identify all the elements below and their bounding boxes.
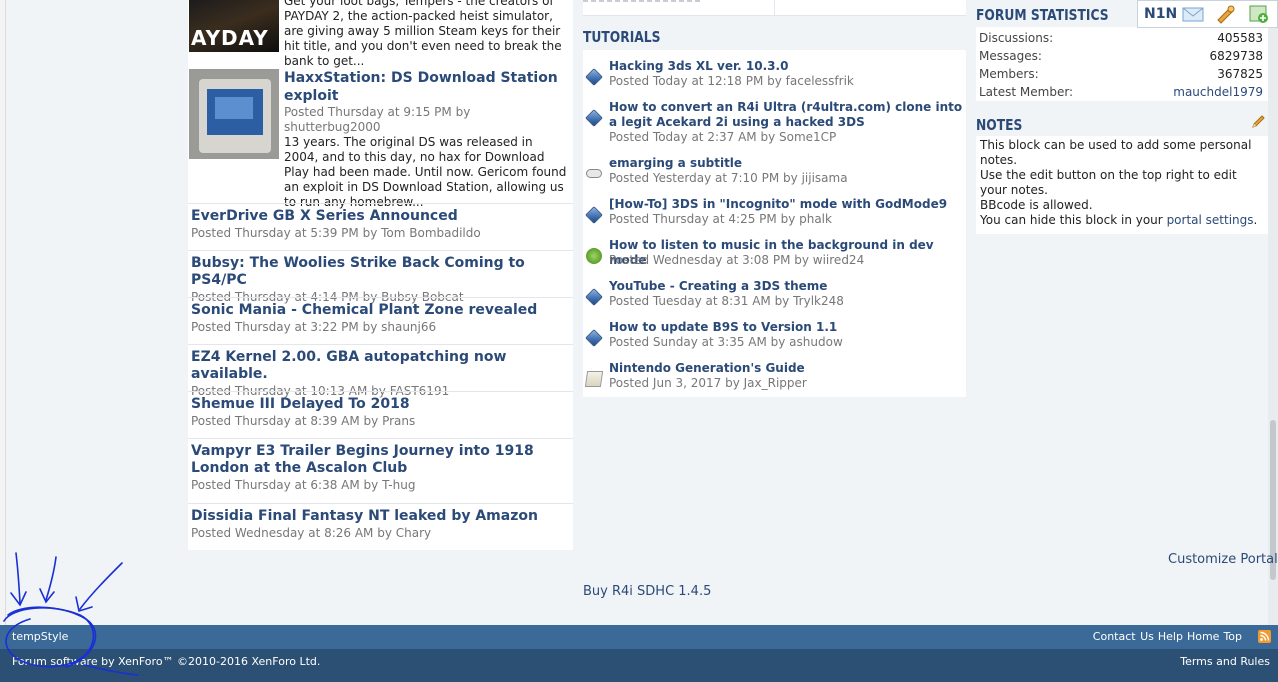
3ds-cube-icon [585, 206, 603, 224]
notes-content: This block can be used to add some perso… [976, 136, 1268, 234]
tutorial-item[interactable]: Nintendo Generation's Guide Posted Jun 3… [583, 361, 966, 397]
news-meta: Posted Thursday at 5:39 PM by Tom Bombad… [191, 226, 481, 240]
style-chooser[interactable]: tempStyle [12, 630, 68, 643]
tutorial-item[interactable]: How to update B9S to Version 1.1 Posted … [583, 320, 966, 360]
document-icon [584, 371, 604, 387]
tutorials-list: Hacking 3ds XL ver. 10.3.0 Posted Today … [583, 50, 966, 397]
latest-member-link[interactable]: mauchdel1979 [1173, 83, 1263, 101]
stat-discussions: Discussions: 405583 [979, 31, 1263, 45]
portal-settings-link[interactable]: portal settings [1167, 213, 1254, 227]
home-link[interactable]: Home [1187, 630, 1219, 643]
tutorial-meta: Posted Thursday at 4:25 PM by phalk [609, 212, 832, 226]
footer-legal: Forum software by XenForo™ ©2010-2016 Xe… [0, 649, 1278, 682]
user-bar: N1N [1137, 0, 1278, 28]
tutorial-item[interactable]: How to convert an R4i Ultra (r4ultra.com… [583, 100, 966, 155]
rss-icon[interactable] [1258, 630, 1271, 643]
stat-latest-member: Latest Member: mauchdel1979 [979, 83, 1263, 101]
3ds-cube-icon [585, 288, 603, 306]
news-title[interactable]: HaxxStation: DS Download Station exploit [284, 69, 570, 105]
alerts-icon[interactable] [1214, 4, 1236, 24]
news-author[interactable]: shutterbug2000 [284, 120, 381, 134]
news-title[interactable]: Vampyr E3 Trailer Begins Journey into 19… [191, 443, 570, 477]
contact-us-link[interactable]: Contact Us [1093, 630, 1154, 643]
tutorial-meta: Posted Yesterday at 7:10 PM by jijisama [609, 171, 848, 185]
tutorial-meta: Posted Sunday at 3:35 AM by ashudow [609, 335, 843, 349]
tutorial-title[interactable]: How to update B9S to Version 1.1 [609, 320, 964, 335]
news-meta: Posted Thursday at 8:39 AM by Prans [191, 414, 416, 428]
forum-statistics: Discussions: 405583 Messages: 6829738 Memb… [976, 27, 1268, 101]
notes-heading: NOTES [976, 116, 1023, 134]
scrollbar[interactable] [1268, 0, 1278, 625]
news-title[interactable]: Bubsy: The Woolies Strike Back Coming to… [191, 255, 570, 289]
news-meta: Posted Thursday at 3:22 PM by shaunj66 [191, 320, 437, 334]
previous-block-bottom [583, 0, 966, 16]
news-row[interactable]: Sonic Mania - Chemical Plant Zone reveal… [188, 297, 573, 339]
news-excerpt: Get your loot bags, Tempers - the creato… [284, 0, 562, 68]
tutorial-item[interactable]: How to listen to music in the background… [583, 238, 966, 278]
news-item-haxxstation[interactable]: HaxxStation: DS Download Station exploit… [188, 68, 573, 209]
tutorial-item[interactable]: YouTube - Creating a 3DS theme Posted Tu… [583, 279, 966, 319]
news-row[interactable]: EverDrive GB X Series Announced Posted T… [188, 203, 573, 245]
xbox-icon [586, 248, 602, 264]
news-title[interactable]: Sonic Mania - Chemical Plant Zone reveal… [191, 302, 570, 319]
news-column: AYDAY Get your loot bags, Tempers - the … [188, 0, 573, 550]
tutorial-item[interactable]: Hacking 3ds XL ver. 10.3.0 Posted Today … [583, 59, 966, 99]
news-title[interactable]: EZ4 Kernel 2.00. GBA autopatching now av… [191, 349, 570, 383]
news-row[interactable]: Dissidia Final Fantasy NT leaked by Amaz… [188, 503, 573, 545]
tutorial-title[interactable]: Nintendo Generation's Guide [609, 361, 964, 376]
pencil-icon[interactable] [1250, 114, 1266, 130]
tutorial-item[interactable]: [How-To] 3DS in "Incognito" mode with Go… [583, 197, 966, 237]
tutorial-meta: Posted Today at 12:18 PM by facelessfrik [609, 74, 854, 88]
tutorial-title[interactable]: [How-To] 3DS in "Incognito" mode with Go… [609, 197, 964, 212]
footer-nav: tempStyle Contact Us Help Home Top [0, 625, 1278, 649]
haxxstation-thumbnail[interactable] [189, 69, 279, 159]
stat-members: Members: 367825 [979, 67, 1263, 81]
news-excerpt: 13 years. The original DS was released i… [284, 135, 567, 209]
help-link[interactable]: Help [1158, 630, 1183, 643]
news-meta: Posted Thursday at 9:15 PM by shutterbug… [284, 105, 471, 134]
footer-links: Contact Us Help Home Top [1089, 630, 1242, 643]
news-item-payday[interactable]: AYDAY Get your loot bags, Tempers - the … [188, 0, 573, 68]
username-link[interactable]: N1N [1144, 6, 1177, 22]
tutorial-title[interactable]: Hacking 3ds XL ver. 10.3.0 [609, 59, 964, 74]
tutorial-title[interactable]: YouTube - Creating a 3DS theme [609, 279, 964, 294]
news-meta: Posted Wednesday at 8:26 AM by Chary [191, 526, 432, 540]
tutorial-title[interactable]: How to convert an R4i Ultra (r4ultra.com… [609, 100, 964, 130]
3ds-cube-icon [585, 329, 603, 347]
news-title[interactable]: Dissidia Final Fantasy NT leaked by Amaz… [191, 508, 570, 525]
news-meta: Posted Thursday at 6:38 AM by T-hug [191, 478, 416, 492]
3ds-cube-icon [585, 109, 603, 127]
stat-messages: Messages: 6829738 [979, 49, 1263, 63]
news-title[interactable]: Shemue III Delayed To 2018 [191, 396, 570, 413]
tutorial-meta: Posted Wednesday at 3:08 PM by wiired24 [609, 253, 865, 267]
customize-portal-link[interactable]: Customize Portal [1168, 552, 1278, 567]
buy-r4i-link[interactable]: Buy R4i SDHC 1.4.5 [583, 584, 711, 599]
tutorial-meta: Posted Today at 2:37 AM by Some1CP [609, 130, 837, 144]
tutorial-meta: Posted Tuesday at 8:31 AM by Trylk248 [609, 294, 844, 308]
gamepad-icon [586, 169, 602, 178]
terms-link[interactable]: Terms and Rules [1180, 655, 1270, 668]
news-row[interactable]: Shemue III Delayed To 2018 Posted Thursd… [188, 391, 573, 433]
forum-statistics-heading: FORUM STATISTICS [976, 6, 1109, 24]
tutorials-heading[interactable]: TUTORIALS [583, 28, 660, 46]
copyright[interactable]: Forum software by XenForo™ ©2010-2016 Xe… [12, 655, 320, 668]
payday-thumbnail[interactable]: AYDAY [189, 0, 279, 52]
tutorial-meta: Posted Jun 3, 2017 by Jax_Ripper [609, 376, 807, 390]
new-content-icon[interactable] [1248, 4, 1270, 24]
left-edge [0, 0, 6, 625]
tutorial-item[interactable]: emarging a subtitle Posted Yesterday at … [583, 156, 966, 196]
news-row[interactable]: Vampyr E3 Trailer Begins Journey into 19… [188, 438, 573, 497]
envelope-icon[interactable] [1182, 4, 1204, 24]
news-title[interactable]: EverDrive GB X Series Announced [191, 208, 570, 225]
tutorial-title[interactable]: emarging a subtitle [609, 156, 964, 171]
top-link[interactable]: Top [1223, 630, 1242, 643]
3ds-cube-icon [585, 68, 603, 86]
